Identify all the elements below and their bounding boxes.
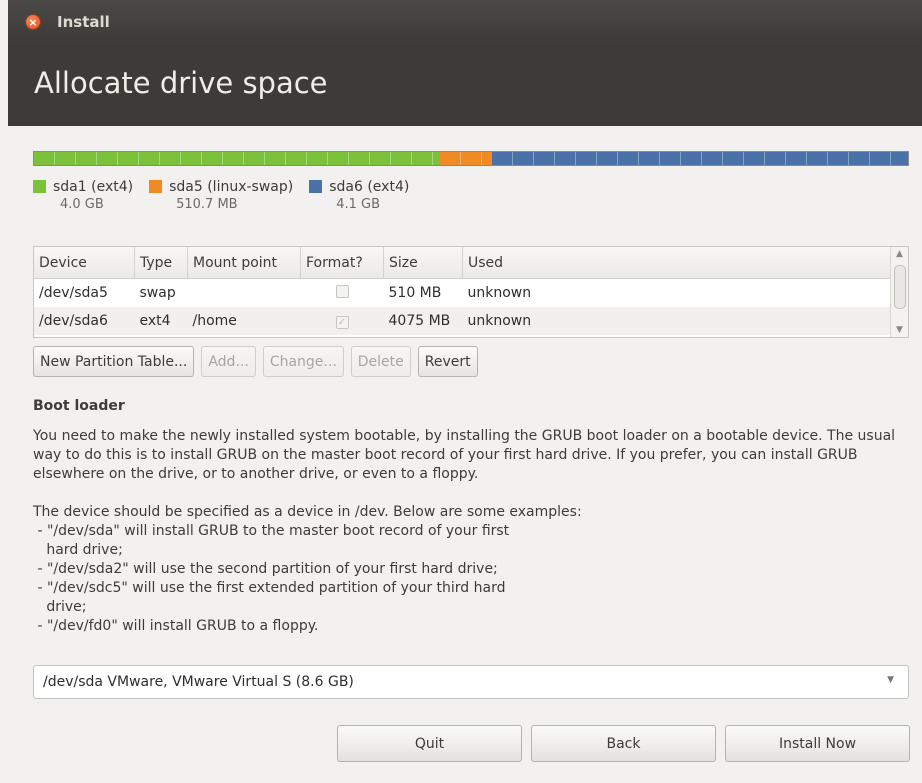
partition-segment-sda5: [440, 152, 492, 165]
column-header-format[interactable]: Format?: [300, 247, 384, 279]
page-title: Allocate drive space: [34, 66, 328, 100]
title-bar: × Install: [8, 0, 922, 44]
cell-used: unknown: [462, 307, 891, 335]
legend-swatch: [33, 180, 46, 193]
example-line: The device should be specified as a devi…: [33, 504, 582, 520]
partition-bar: [33, 151, 909, 166]
legend-item-sda6: sda6 (ext4) 4.1 GB: [309, 177, 409, 212]
quit-button[interactable]: Quit: [337, 725, 522, 762]
boot-device-select[interactable]: /dev/sda VMware, VMware Virtual S (8.6 G…: [33, 665, 909, 699]
cell-type: ext4: [134, 307, 188, 335]
chevron-down-icon[interactable]: ▼: [887, 675, 894, 685]
delete-partition-button[interactable]: Delete: [350, 346, 411, 377]
legend-item-sda5: sda5 (linux-swap) 510.7 MB: [149, 177, 293, 212]
close-icon[interactable]: ×: [25, 14, 41, 30]
legend-swatch: [309, 180, 323, 193]
cell-size: 510 MB: [383, 278, 463, 307]
table-row[interactable]: /dev/sda5 swap 510 MB unknown: [34, 278, 891, 307]
legend-size: 4.0 GB: [60, 197, 104, 212]
table-scrollbar[interactable]: ▲ ▼: [890, 247, 908, 337]
install-now-button[interactable]: Install Now: [725, 725, 910, 762]
new-partition-table-button[interactable]: New Partition Table...: [33, 346, 195, 377]
partition-legend: sda1 (ext4) 4.0 GB sda5 (linux-swap) 510…: [33, 177, 425, 212]
partition-actions: New Partition Table... Add... Change... …: [33, 346, 485, 377]
scroll-down-icon[interactable]: ▼: [891, 323, 908, 337]
scroll-thumb[interactable]: [894, 265, 906, 309]
table-row[interactable]: /dev/sda6 ext4 /home ✓ 4075 MB unknown: [34, 307, 891, 335]
cell-mount: [187, 278, 301, 307]
change-partition-button[interactable]: Change...: [262, 346, 344, 377]
installer-window: × Install Allocate drive space sda1 (ext…: [0, 0, 922, 783]
partition-segment-sda6: [491, 152, 908, 165]
cell-device: /dev/sda6: [34, 307, 135, 335]
boot-loader-intro: You need to make the newly installed sys…: [33, 428, 896, 482]
cell-mount: /home: [187, 307, 301, 335]
cell-type: swap: [134, 278, 188, 307]
example-line: drive;: [33, 599, 87, 615]
cell-device: /dev/sda5: [34, 278, 135, 307]
partition-segment-sda1: [34, 152, 441, 165]
cell-format: ✓: [300, 307, 384, 335]
legend-label: sda1 (ext4): [53, 179, 134, 195]
add-partition-button[interactable]: Add...: [201, 346, 256, 377]
legend-label: sda5 (linux-swap): [169, 179, 294, 195]
legend-item-sda1: sda1 (ext4) 4.0 GB: [33, 177, 133, 212]
column-header-size[interactable]: Size: [383, 247, 463, 279]
example-line: - "/dev/sdc5" will use the first extende…: [33, 580, 506, 596]
revert-button[interactable]: Revert: [417, 346, 478, 377]
column-header-used[interactable]: Used: [462, 247, 891, 279]
format-checkbox[interactable]: [335, 284, 349, 298]
partition-table[interactable]: Device Type Mount point Format? Size Use…: [33, 246, 909, 338]
cell-format: [300, 278, 384, 307]
back-button[interactable]: Back: [531, 725, 716, 762]
column-header-mount-point[interactable]: Mount point: [187, 247, 301, 279]
legend-label: sda6 (ext4): [329, 179, 410, 195]
format-checkbox[interactable]: ✓: [335, 316, 349, 329]
legend-swatch: [149, 180, 163, 193]
cell-used: unknown: [462, 278, 891, 307]
cell-size: 4075 MB: [383, 307, 463, 335]
column-header-device[interactable]: Device: [34, 247, 135, 279]
page-header: Allocate drive space: [8, 44, 922, 126]
scroll-up-icon[interactable]: ▲: [891, 247, 908, 261]
legend-size: 510.7 MB: [176, 197, 238, 212]
window-title: Install: [57, 13, 110, 31]
boot-loader-examples: The device should be specified as a devi…: [33, 503, 913, 636]
column-header-type[interactable]: Type: [134, 247, 188, 279]
boot-device-value: /dev/sda VMware, VMware Virtual S (8.6 G…: [43, 674, 354, 690]
example-line: - "/dev/fd0" will install GRUB to a flop…: [33, 618, 319, 634]
legend-size: 4.1 GB: [336, 197, 381, 212]
example-line: - "/dev/sda" will install GRUB to the ma…: [33, 523, 510, 539]
boot-loader-heading: Boot loader: [33, 398, 125, 414]
example-line: hard drive;: [33, 542, 123, 558]
example-line: - "/dev/sda2" will use the second partit…: [33, 561, 498, 577]
boot-loader-description: You need to make the newly installed sys…: [33, 427, 913, 636]
